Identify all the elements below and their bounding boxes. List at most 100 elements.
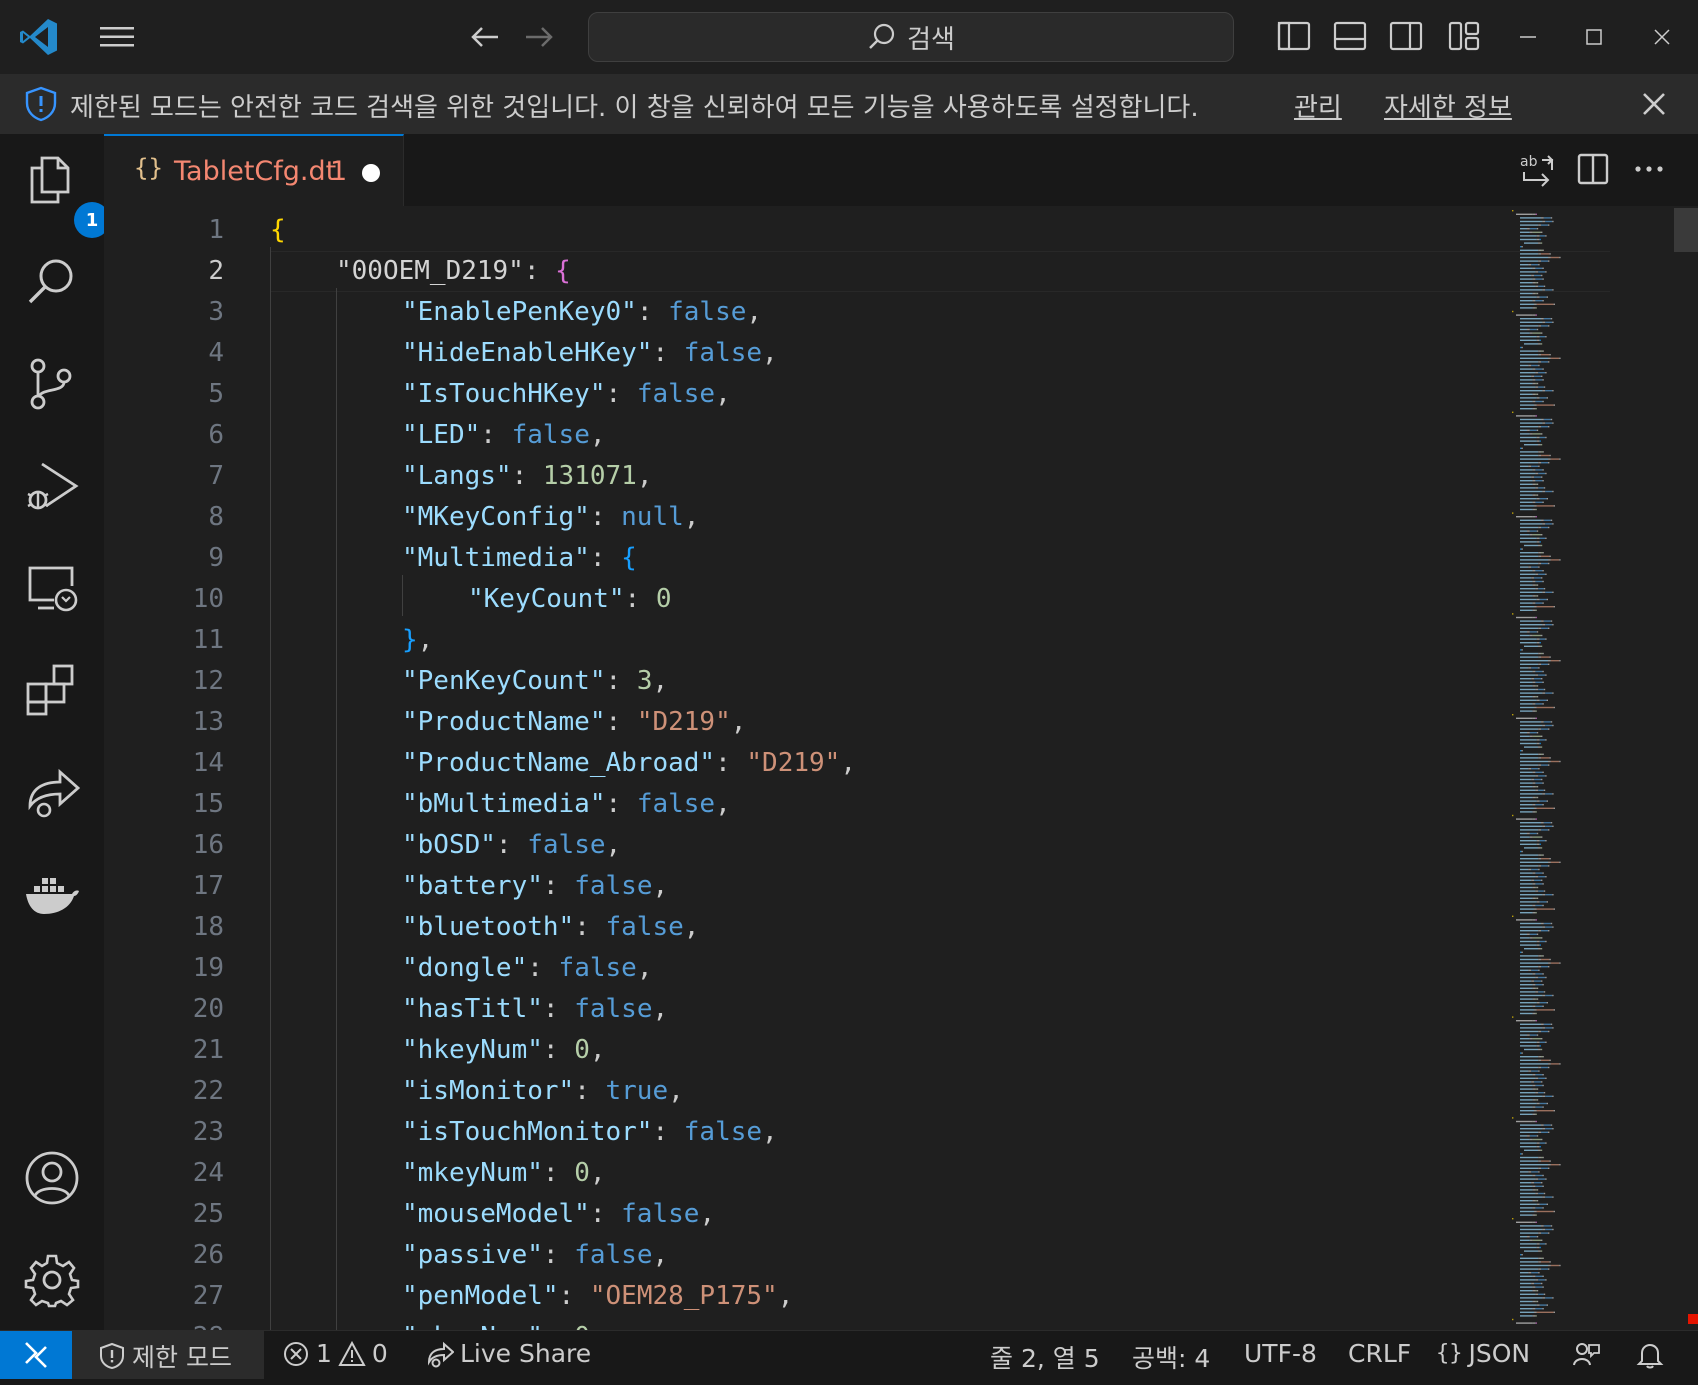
encoding[interactable]: UTF-8: [1244, 1339, 1317, 1368]
code-line[interactable]: "PenKeyCount": 3,: [402, 661, 668, 702]
minimap-line: [1520, 951, 1522, 953]
activity-source-control[interactable]: [24, 356, 80, 412]
minimap-line: [1545, 1077, 1547, 1079]
unsaved-dot-icon[interactable]: [362, 164, 380, 182]
minimap-line: [1540, 544, 1543, 547]
minimap-line: [1520, 1023, 1541, 1025]
minimap-line: [1520, 1196, 1543, 1198]
code-line[interactable]: "ProductName": "D219",: [402, 702, 746, 743]
code-line[interactable]: "mouseModel": false,: [402, 1194, 715, 1235]
back-arrow-icon[interactable]: [468, 20, 502, 54]
code-line[interactable]: "ProductName_Abroad": "D219",: [402, 743, 856, 784]
code-line[interactable]: "IsTouchHKey": false,: [402, 374, 731, 415]
code-line[interactable]: "Langs": 131071,: [402, 456, 652, 497]
code-line[interactable]: "dongle": false,: [402, 948, 652, 989]
minimap-line: [1520, 940, 1537, 943]
language-mode[interactable]: {} JSON: [1436, 1339, 1530, 1368]
code-line[interactable]: "isMonitor": true,: [402, 1071, 684, 1112]
close-window-icon[interactable]: [1642, 18, 1682, 56]
code-line[interactable]: "hkeyNum": 0,: [402, 1030, 606, 1071]
activity-live-share[interactable]: [24, 764, 81, 820]
cursor-position[interactable]: 줄 2, 열 5: [990, 1339, 1100, 1375]
minimap-line: [1520, 588, 1536, 590]
code-line[interactable]: "mkeyNum": 0,: [402, 1153, 606, 1194]
minimap-line: [1545, 321, 1553, 323]
menu-icon[interactable]: [98, 22, 136, 52]
activity-extensions[interactable]: [24, 662, 80, 718]
compare-changes-icon[interactable]: ab: [1518, 150, 1556, 188]
minimap-line: [1542, 782, 1544, 784]
scrollbar-thumb[interactable]: [1674, 208, 1698, 252]
forward-arrow-icon[interactable]: [522, 20, 556, 54]
code-editor[interactable]: 1 2 3 4 5 6 7 8 9 10 11 12 13 14 15 16 17 18 19 20 21 22 23 24 2…: [104, 206, 1698, 1330]
minimap-line: [1535, 674, 1539, 676]
code-line[interactable]: "LED": false,: [402, 415, 606, 456]
minimap-line: [1536, 642, 1540, 644]
minimap-line: [1541, 1225, 1544, 1227]
code-line[interactable]: "hasTitl": false,: [402, 989, 668, 1030]
problems-item[interactable]: 1 0: [282, 1339, 388, 1368]
minimap-line: [1541, 735, 1543, 737]
code-line[interactable]: "KeyCount": 0: [468, 579, 672, 620]
activity-remote-explorer[interactable]: [24, 560, 80, 616]
vertical-scrollbar[interactable]: [1674, 206, 1698, 1330]
customize-layout-icon[interactable]: [1446, 18, 1482, 54]
banner-learn-more-link[interactable]: 자세한 정보: [1384, 87, 1512, 124]
code-line[interactable]: "penModel": "OEM28_P175",: [402, 1276, 793, 1317]
code-line[interactable]: "isTouchMonitor": false,: [402, 1112, 778, 1153]
minimap-line: [1542, 894, 1546, 896]
notifications-bell-icon[interactable]: [1636, 1341, 1664, 1369]
minimap-line: [1520, 1268, 1539, 1270]
minimap-line: [1559, 357, 1561, 359]
minimap-line: [1520, 1146, 1537, 1148]
minimap-line: [1559, 760, 1561, 763]
command-center-search[interactable]: 검색: [588, 12, 1234, 62]
split-editor-icon[interactable]: [1574, 150, 1612, 188]
code-line[interactable]: },: [402, 620, 433, 661]
code-line[interactable]: "passive": false,: [402, 1235, 668, 1276]
activity-explorer[interactable]: 1: [24, 152, 110, 238]
toggle-primary-sidebar-icon[interactable]: [1276, 18, 1312, 54]
toggle-panel-icon[interactable]: [1332, 18, 1368, 54]
activity-docker[interactable]: [24, 866, 80, 922]
code-token: false: [636, 379, 716, 409]
feedback-icon[interactable]: [1572, 1341, 1600, 1369]
code-line[interactable]: "MKeyConfig": null,: [402, 497, 699, 538]
code-line[interactable]: "bOSD": false,: [402, 825, 621, 866]
toggle-secondary-sidebar-icon[interactable]: [1388, 18, 1424, 54]
code-line[interactable]: "battery": false,: [402, 866, 668, 907]
code-line[interactable]: "EnablePenKey0": false,: [402, 292, 762, 333]
minimap-line: [1535, 771, 1543, 773]
code-line[interactable]: {: [270, 210, 286, 251]
minimize-icon[interactable]: [1508, 18, 1548, 56]
end-of-line[interactable]: CRLF: [1348, 1339, 1411, 1368]
code-line[interactable]: "00OEM_D219": {: [336, 251, 571, 292]
live-share-item[interactable]: Live Share: [426, 1339, 591, 1368]
minimap[interactable]: [1508, 206, 1658, 1330]
tab-tabletcfg[interactable]: {} TabletCfg.dt 1: [104, 134, 404, 207]
close-icon[interactable]: [1638, 88, 1670, 120]
remote-indicator[interactable]: [0, 1331, 72, 1379]
code-line[interactable]: "Multimedia": {: [402, 538, 637, 579]
minimap-line: [1553, 807, 1555, 809]
more-actions-icon[interactable]: [1630, 150, 1668, 188]
activity-manage[interactable]: [24, 1252, 80, 1308]
activity-accounts[interactable]: [24, 1150, 80, 1206]
activity-run-debug[interactable]: [24, 458, 80, 514]
minimap-line: [1520, 404, 1534, 406]
indentation[interactable]: 공백: 4: [1132, 1339, 1210, 1375]
code-line[interactable]: "bMultimedia": false,: [402, 784, 731, 825]
minimap-line: [1531, 274, 1534, 277]
activity-search[interactable]: [24, 254, 80, 310]
indent-guide: [270, 247, 271, 1330]
code-area[interactable]: {"00OEM_D219": {"EnablePenKey0": false, "…: [270, 206, 1610, 1330]
code-line[interactable]: "bluetooth": false,: [402, 907, 699, 948]
line-number: 25: [192, 1199, 224, 1229]
minimap-line: [1529, 231, 1533, 233]
banner-manage-link[interactable]: 관리: [1294, 87, 1342, 124]
restricted-mode-item[interactable]: 제한 모드: [72, 1331, 264, 1379]
code-line[interactable]: "HideEnableHKey": false,: [402, 333, 778, 374]
minimap-line: [1527, 1236, 1530, 1238]
code-line[interactable]: "skeyNum": 0: [402, 1317, 590, 1330]
maximize-icon[interactable]: [1574, 18, 1614, 56]
